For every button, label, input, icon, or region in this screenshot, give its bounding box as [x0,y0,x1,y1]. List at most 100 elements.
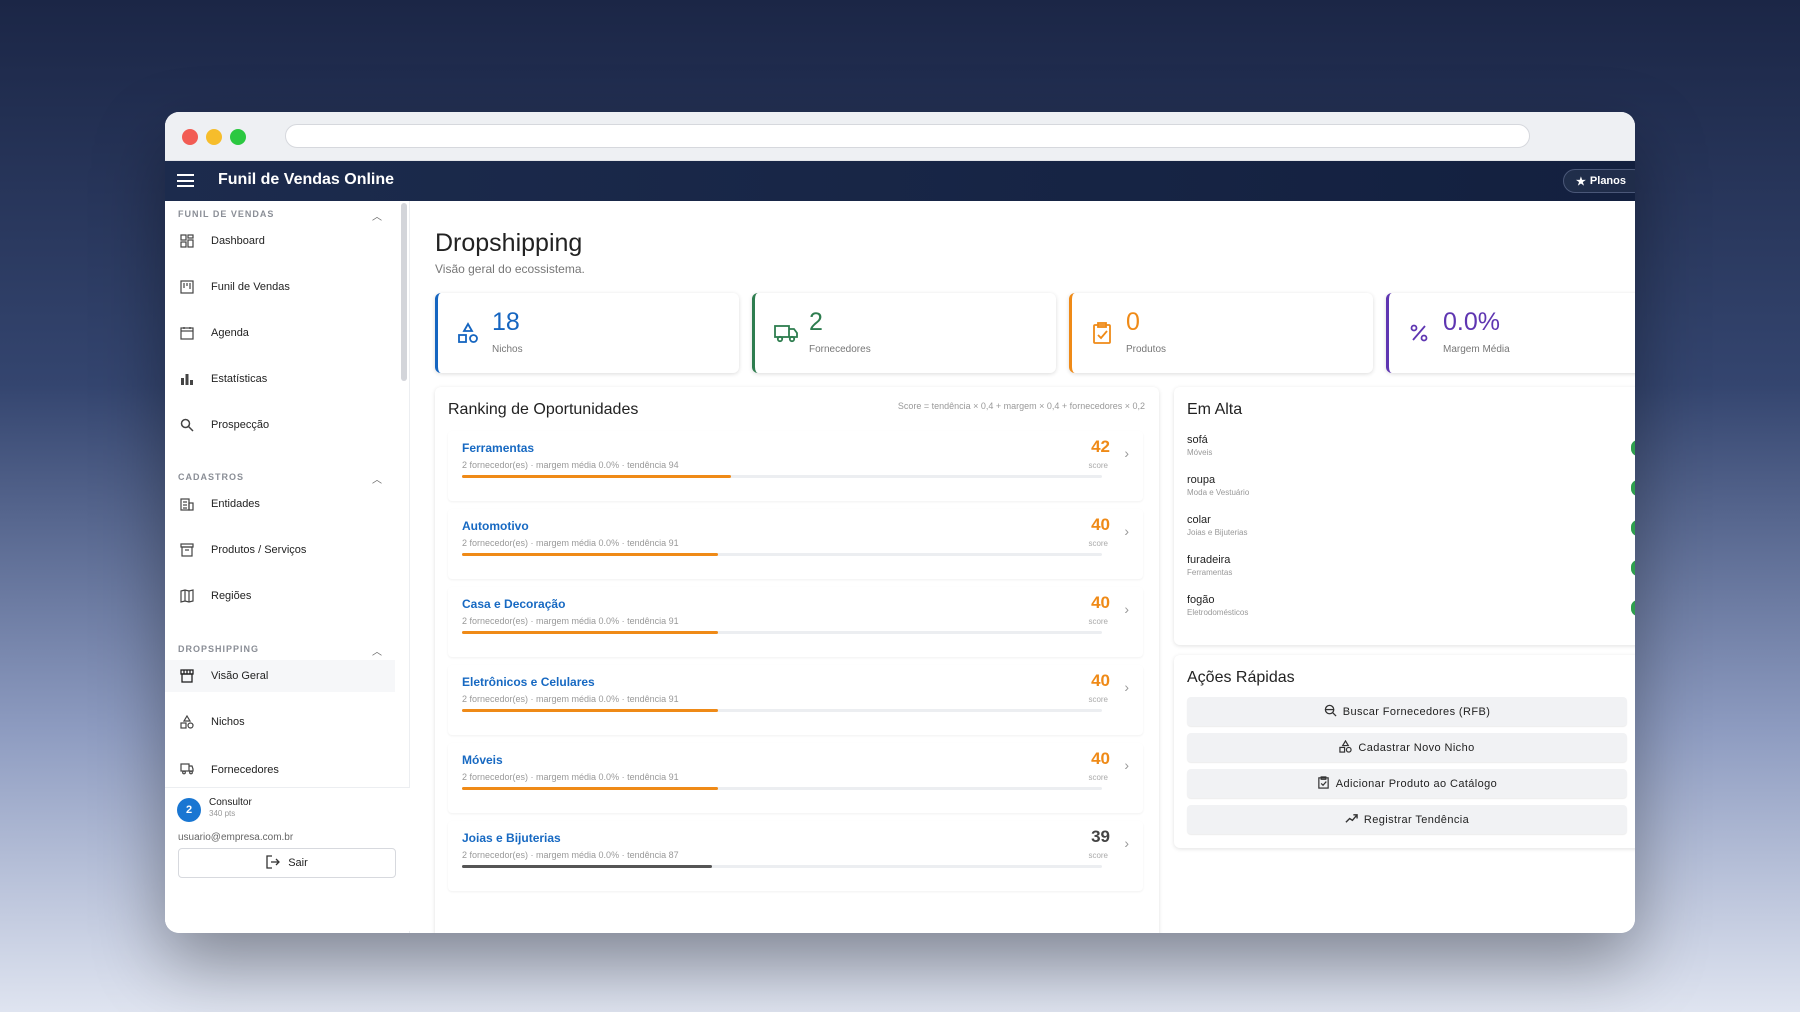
trending-item[interactable]: roupa Moda e Vestuário [1187,474,1635,510]
chevron-up-icon[interactable]: ︿ [372,471,382,486]
trending-term: colar [1187,514,1211,526]
ranking-row-meta: 2 fornecedor(es) · margem média 0.0% · t… [462,616,679,626]
chevron-right-icon[interactable]: › [1124,679,1129,695]
browser-window: Funil de Vendas Online ★ Planos FUNIL DE… [165,112,1635,933]
trend-badge [1631,440,1635,456]
stat-label: Produtos [1126,344,1167,355]
score-label: score [1088,617,1108,626]
sidebar-item-funil[interactable]: Funil de Vendas [165,271,395,303]
ranking-row[interactable]: Ferramentas 2 fornecedor(es) · margem méd… [448,431,1143,501]
trending-item[interactable]: furadeira Ferramentas [1187,554,1635,590]
ranking-row-name[interactable]: Ferramentas [462,441,534,455]
user-role: Consultor [209,797,252,808]
qa-label: Adicionar Produto ao Catálogo [1335,777,1498,790]
trending-item[interactable]: sofá Móveis [1187,434,1635,470]
ranking-row-name[interactable]: Eletrônicos e Celulares [462,675,595,689]
section-heading-dropshipping: DROPSHIPPING [178,644,260,654]
truck-icon [773,321,798,345]
sidebar-item-visao-geral[interactable]: Visão Geral [165,660,395,692]
ranking-row-score: 42 [1091,437,1110,456]
logout-button[interactable]: Sair [178,848,396,878]
sidebar-item-produtos[interactable]: Produtos / Serviços [165,534,395,566]
trending-category: Móveis [1187,448,1213,457]
ranking-row-meta: 2 fornecedor(es) · margem média 0.0% · t… [462,538,679,548]
ranking-row[interactable]: Eletrônicos e Celulares 2 fornecedor(es) … [448,665,1143,735]
address-bar[interactable] [285,124,1530,148]
sidebar-item-estatisticas[interactable]: Estatísticas [165,363,395,395]
store-icon [179,668,195,684]
qa-label: Registrar Tendência [1363,813,1470,826]
sidebar-item-dashboard[interactable]: Dashboard [165,225,395,257]
ranking-row[interactable]: Automotivo 2 fornecedor(es) · margem médi… [448,509,1143,579]
score-progress-fill [462,553,718,556]
registrar-tendencia-button[interactable]: Registrar Tendência [1187,805,1627,834]
minimize-window-button[interactable] [206,129,222,145]
sidebar: FUNIL DE VENDAS ︿ Dashboard Funil de Ven… [165,201,410,933]
trending-term: fogão [1187,594,1215,606]
chevron-right-icon[interactable]: › [1124,445,1129,461]
sidebar-item-label: Regiões [211,590,252,602]
maximize-window-button[interactable] [230,129,246,145]
score-progress-track [462,709,1102,712]
buscar-fornecedores-button[interactable]: Buscar Fornecedores (RFB) [1187,697,1627,726]
ranking-row-name[interactable]: Móveis [462,753,503,767]
sidebar-item-prospeccao[interactable]: Prospecção [165,409,395,441]
planos-button[interactable]: ★ Planos [1563,169,1635,193]
ranking-row[interactable]: Casa e Decoração 2 fornecedor(es) · marge… [448,587,1143,657]
chevron-right-icon[interactable]: › [1124,835,1129,851]
chevron-up-icon[interactable]: ︿ [372,208,382,223]
truck-icon [179,760,195,776]
trending-item[interactable]: fogão Eletrodomésticos [1187,594,1635,630]
score-label: score [1088,461,1108,470]
ranking-row-score: 40 [1091,593,1110,612]
sidebar-item-regioes[interactable]: Regiões [165,580,395,612]
page-subtitle: Visão geral do ecossistema. [435,262,585,276]
stat-value: 0 [1126,308,1140,336]
logout-label: Sair [288,857,308,869]
chevron-up-icon[interactable]: ︿ [372,643,382,658]
ranking-row-name[interactable]: Automotivo [462,519,529,533]
trending-category: Joias e Bijuterias [1187,528,1248,537]
sidebar-item-entidades[interactable]: Entidades [165,488,395,520]
trending-term: furadeira [1187,554,1231,566]
ranking-row-name[interactable]: Casa e Decoração [462,597,565,611]
avatar[interactable]: 2 [177,798,201,822]
ranking-row[interactable]: Joias e Bijuterias 2 fornecedor(es) · mar… [448,821,1143,891]
sidebar-item-agenda[interactable]: Agenda [165,317,395,349]
score-progress-fill [462,787,718,790]
sidebar-item-label: Visão Geral [211,670,269,682]
close-window-button[interactable] [182,129,198,145]
ranking-row-score: 40 [1091,515,1110,534]
stat-card-fornecedores: 2 Fornecedores [752,293,1056,373]
building-icon [179,496,195,512]
ranking-row[interactable]: Móveis 2 fornecedor(es) · margem média 0.… [448,743,1143,813]
stat-card-nichos: 18 Nichos [435,293,739,373]
score-progress-fill [462,631,718,634]
chevron-right-icon[interactable]: › [1124,601,1129,617]
stat-value: 18 [492,308,520,336]
ranking-row-score: 39 [1091,827,1110,846]
score-label: score [1088,773,1108,782]
section-heading-cadastros: CADASTROS [178,472,245,482]
stat-card-produtos: 0 Produtos [1069,293,1373,373]
score-label: score [1088,539,1108,548]
adicionar-produto-button[interactable]: Adicionar Produto ao Catálogo [1187,769,1627,798]
map-icon [179,588,195,604]
score-label: score [1088,695,1108,704]
quick-actions-title: Ações Rápidas [1187,669,1295,686]
hamburger-menu-icon[interactable] [177,174,194,187]
sidebar-item-label: Prospecção [211,419,270,431]
stat-label: Nichos [492,344,523,355]
ranking-row-name[interactable]: Joias e Bijuterias [462,831,561,845]
chevron-right-icon[interactable]: › [1124,523,1129,539]
ranking-row-score: 40 [1091,749,1110,768]
trending-item[interactable]: colar Joias e Bijuterias [1187,514,1635,550]
trend-badge [1631,520,1635,536]
sidebar-item-fornecedores[interactable]: Fornecedores [165,752,395,776]
sidebar-item-nichos[interactable]: Nichos [165,706,395,738]
ranking-formula: Score = tendência × 0,4 + margem × 0,4 +… [897,401,1145,411]
sidebar-scrollbar[interactable] [401,203,407,381]
calendar-icon [179,325,195,341]
cadastrar-nicho-button[interactable]: Cadastrar Novo Nicho [1187,733,1627,762]
chevron-right-icon[interactable]: › [1124,757,1129,773]
